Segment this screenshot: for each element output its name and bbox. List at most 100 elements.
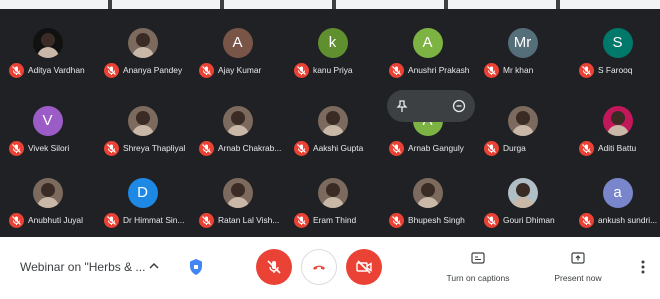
muted-mic-icon [579, 213, 594, 228]
participant-name: Eram Thind [313, 215, 357, 225]
muted-mic-icon [199, 141, 214, 156]
participant-hover-controls[interactable] [387, 90, 475, 122]
participant-avatar: V [32, 106, 63, 136]
participant-tile[interactable]: D Dr Himmat Sin... [95, 166, 190, 236]
participant-avatar: Mr [507, 28, 538, 58]
participant-avatar [317, 106, 348, 136]
captions-icon [471, 252, 485, 264]
participant-tile[interactable]: Bhupesh Singh [380, 166, 475, 236]
participant-avatar [507, 106, 538, 136]
participant-avatar [32, 28, 63, 58]
participant-avatar: k [317, 28, 348, 58]
tile-edge [224, 0, 332, 9]
muted-mic-icon [104, 63, 119, 78]
mic-off-button[interactable] [256, 249, 292, 285]
participant-name: Ajay Kumar [218, 65, 262, 75]
participant-name: Aditya Vardhan [28, 65, 85, 75]
muted-mic-icon [9, 213, 24, 228]
participant-avatar [32, 178, 63, 208]
tile-edge [560, 0, 660, 9]
participant-avatar: A [412, 28, 443, 58]
participant-tile[interactable]: Durga [475, 94, 570, 164]
muted-mic-icon [389, 141, 404, 156]
participant-name: Aakshi Gupta [313, 143, 364, 153]
participant-avatar [412, 178, 443, 208]
participant-tile[interactable]: Ratan Lal Vish... [190, 166, 285, 236]
present-now-button[interactable]: Present now [550, 251, 606, 283]
participant-avatar: S [602, 28, 633, 58]
tile-edge [112, 0, 220, 9]
participant-avatar: a [602, 178, 633, 208]
participant-avatar: D [127, 178, 158, 208]
muted-mic-icon [104, 213, 119, 228]
participant-name: S Farooq [598, 65, 633, 75]
meeting-title[interactable]: Webinar on "Herbs & ... [20, 260, 145, 274]
participant-tile[interactable]: Ananya Pandey [95, 16, 190, 86]
remove-icon[interactable] [452, 99, 466, 113]
participant-tile[interactable]: Gouri Dhiman [475, 166, 570, 236]
participant-name: Gouri Dhiman [503, 215, 555, 225]
participant-name: Dr Himmat Sin... [123, 215, 185, 225]
participant-tile[interactable]: k kanu Priya [285, 16, 380, 86]
participant-tile[interactable]: Anubhuti Juyal [0, 166, 95, 236]
top-tile-strip [0, 0, 660, 9]
participant-tile[interactable]: Aakshi Gupta [285, 94, 380, 164]
present-label: Present now [554, 273, 602, 283]
leave-call-button[interactable] [301, 249, 337, 285]
participant-tile[interactable]: Arnab Chakrab... [190, 94, 285, 164]
tile-edge [448, 0, 556, 9]
participant-name: Aditi Battu [598, 143, 637, 153]
muted-mic-icon [104, 141, 119, 156]
participant-tile[interactable]: Eram Thind [285, 166, 380, 236]
muted-mic-icon [389, 63, 404, 78]
participant-name: Arnab Ganguly [408, 143, 464, 153]
participant-avatar: A [222, 28, 253, 58]
mic-off-icon [267, 260, 281, 274]
muted-mic-icon [484, 63, 499, 78]
participant-tile[interactable]: Aditi Battu [570, 94, 660, 164]
participant-tile[interactable]: Shreya Thapliyal [95, 94, 190, 164]
participant-name: Bhupesh Singh [408, 215, 465, 225]
muted-mic-icon [9, 63, 24, 78]
muted-mic-icon [484, 213, 499, 228]
participant-tile[interactable]: Mr Mr khan [475, 16, 570, 86]
muted-mic-icon [199, 213, 214, 228]
more-options-icon[interactable] [640, 259, 646, 275]
muted-mic-icon [389, 213, 404, 228]
meeting-control-bar: Webinar on "Herbs & ... Turn on captions [0, 237, 660, 299]
captions-button[interactable]: Turn on captions [443, 251, 513, 283]
participant-tile[interactable]: a ankush sundri... [570, 166, 660, 236]
muted-mic-icon [579, 63, 594, 78]
participant-avatar [507, 178, 538, 208]
participant-avatar [127, 28, 158, 58]
muted-mic-icon [294, 213, 309, 228]
muted-mic-icon [294, 63, 309, 78]
tile-edge [336, 0, 444, 9]
participant-tile[interactable]: S S Farooq [570, 16, 660, 86]
muted-mic-icon [199, 63, 214, 78]
participant-name: Durga [503, 143, 526, 153]
camera-off-button[interactable] [346, 249, 382, 285]
participant-name: Ratan Lal Vish... [218, 215, 280, 225]
participant-name: Ananya Pandey [123, 65, 183, 75]
participant-avatar [317, 178, 348, 208]
participant-name: Anushri Prakash [408, 65, 470, 75]
chevron-up-icon[interactable] [148, 261, 160, 271]
shield-icon[interactable] [188, 258, 204, 276]
participant-avatar [127, 106, 158, 136]
participant-tile[interactable]: Aditya Vardhan [0, 16, 95, 86]
captions-label: Turn on captions [446, 273, 510, 283]
participant-tile[interactable]: A Ajay Kumar [190, 16, 285, 86]
participant-name: Mr khan [503, 65, 534, 75]
camera-off-icon [356, 260, 372, 274]
present-icon [571, 252, 585, 264]
muted-mic-icon [9, 141, 24, 156]
participant-grid: Aditya Vardhan Ananya Pandey A Ajay Kumar k k… [0, 10, 660, 236]
participant-avatar [222, 178, 253, 208]
pin-icon[interactable] [395, 99, 409, 113]
muted-mic-icon [294, 141, 309, 156]
participant-tile[interactable]: V Vivek Silori [0, 94, 95, 164]
muted-mic-icon [579, 141, 594, 156]
participant-name: Vivek Silori [28, 143, 70, 153]
participant-tile[interactable]: A Anushri Prakash [380, 16, 475, 86]
